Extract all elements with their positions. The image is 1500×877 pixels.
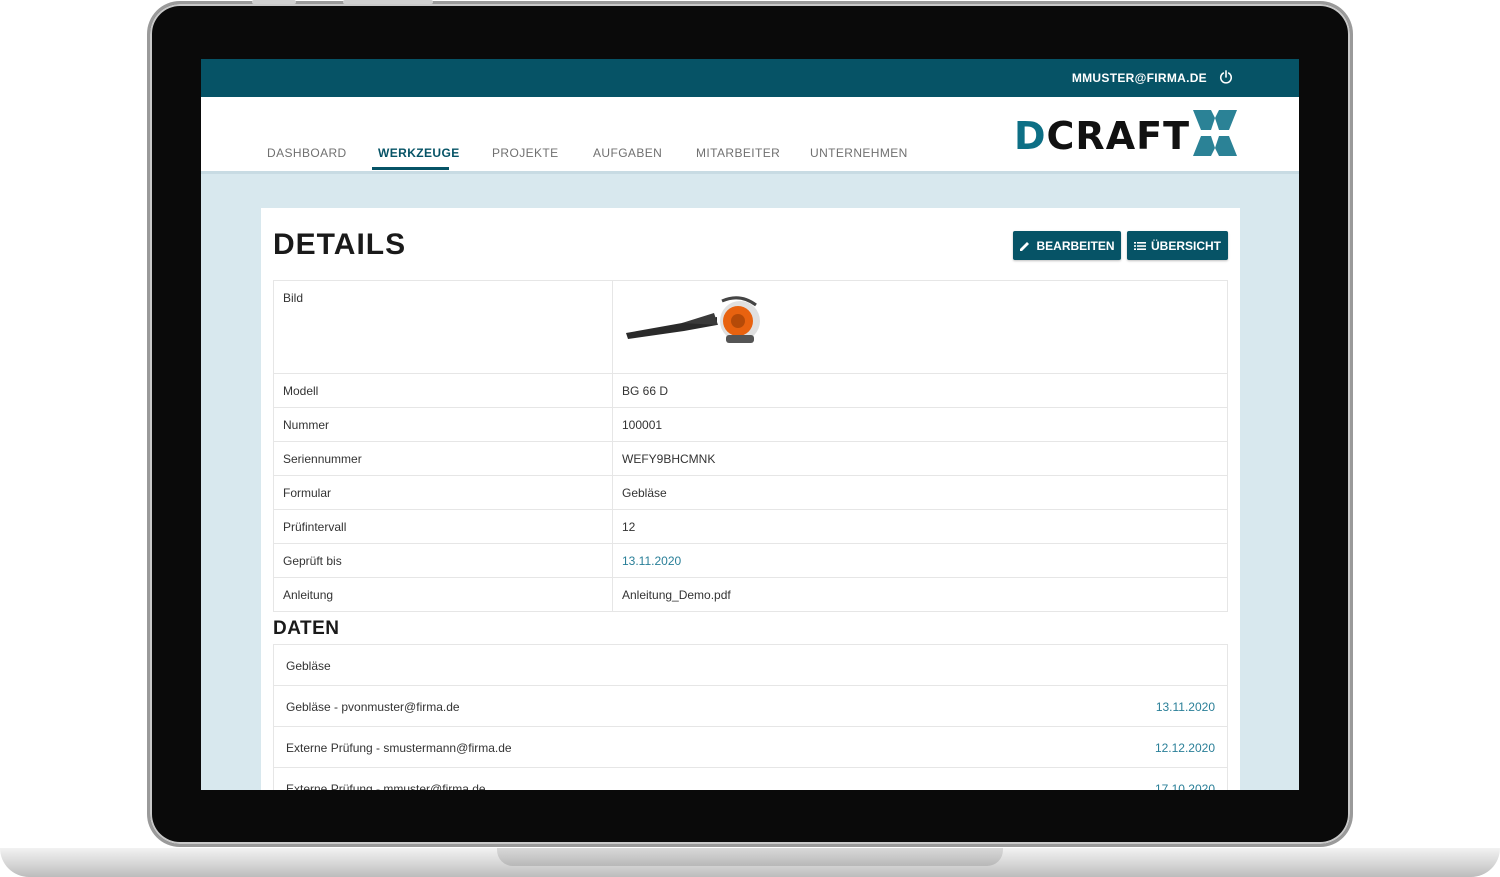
list-icon <box>1133 241 1146 250</box>
row-value: BG 66 D <box>612 373 1228 408</box>
logo-text: DCRAFT <box>1014 114 1190 158</box>
table-row: Bild <box>273 280 1228 374</box>
details-card: DETAILS BEARBEITEN ÜBERSICHT Bild Modell… <box>261 208 1240 790</box>
row-label: Seriennummer <box>273 441 613 476</box>
list-item[interactable]: Externe Prüfung - smustermann@firma.de 1… <box>274 727 1227 768</box>
power-icon[interactable] <box>1219 70 1233 84</box>
row-value: 12 <box>612 509 1228 544</box>
list-item[interactable]: Externe Prüfung - mmuster@firma.de 17.10… <box>274 768 1227 790</box>
list-item[interactable]: Gebläse - pvonmuster@firma.de 13.11.2020 <box>274 686 1227 727</box>
tool-image-cell <box>612 280 1228 374</box>
table-row: Modell BG 66 D <box>273 373 1228 408</box>
entry-text: Gebläse - pvonmuster@firma.de <box>286 700 460 714</box>
table-row: Formular Gebläse <box>273 475 1228 510</box>
row-value: WEFY9BHCMNK <box>612 441 1228 476</box>
entry-date-link[interactable]: 13.11.2020 <box>1156 700 1215 714</box>
edit-button[interactable]: BEARBEITEN <box>1013 231 1121 260</box>
pencil-icon <box>1020 241 1030 251</box>
list-item: Gebläse <box>274 645 1227 686</box>
row-label: Geprüft bis <box>273 543 613 578</box>
entry-date-link[interactable]: 12.12.2020 <box>1155 741 1215 755</box>
user-email[interactable]: MMUSTER@FIRMA.DE <box>1072 71 1207 85</box>
table-row: Nummer 100001 <box>273 407 1228 442</box>
page-title: DETAILS <box>273 228 407 261</box>
nav-item-projekte[interactable]: PROJEKTE <box>492 146 559 160</box>
checked-until-link[interactable]: 13.11.2020 <box>612 543 1228 578</box>
list-header-label: Gebläse <box>286 659 331 673</box>
daten-list: Gebläse Gebläse - pvonmuster@firma.de 13… <box>273 644 1228 790</box>
entry-text: Externe Prüfung - smustermann@firma.de <box>286 741 512 755</box>
entry-text: Externe Prüfung - mmuster@firma.de <box>286 782 486 790</box>
row-label: Bild <box>273 280 613 374</box>
section-title-daten: DATEN <box>273 618 340 639</box>
nav-item-dashboard[interactable]: DASHBOARD <box>267 146 347 160</box>
nav-item-werkzeuge[interactable]: WERKZEUGE <box>378 146 460 160</box>
entry-date-link[interactable]: 17.10.2020 <box>1155 782 1215 790</box>
main-nav: DASHBOARD WERKZEUGE PROJEKTE AUFGABEN MI… <box>201 97 1299 174</box>
overview-button-label: ÜBERSICHT <box>1150 238 1221 253</box>
laptop-base-notch <box>497 848 1003 866</box>
row-label: Formular <box>273 475 613 510</box>
nav-item-aufgaben[interactable]: AUFGABEN <box>593 146 662 160</box>
table-row: Prüfintervall 12 <box>273 509 1228 544</box>
row-value: Gebläse <box>612 475 1228 510</box>
manual-file[interactable]: Anleitung_Demo.pdf <box>612 577 1228 612</box>
nav-item-mitarbeiter[interactable]: MITARBEITER <box>696 146 780 160</box>
table-row: Anleitung Anleitung_Demo.pdf <box>273 577 1228 612</box>
top-bar: MMUSTER@FIRMA.DE <box>201 59 1299 97</box>
tool-image <box>626 296 760 343</box>
table-row: Geprüft bis 13.11.2020 <box>273 543 1228 578</box>
row-label: Nummer <box>273 407 613 442</box>
dcraft-logo[interactable]: DCRAFT <box>1014 108 1244 160</box>
row-label: Anleitung <box>273 577 613 612</box>
row-value: 100001 <box>612 407 1228 442</box>
laptop-lid-bump <box>343 0 433 4</box>
overview-button[interactable]: ÜBERSICHT <box>1127 231 1228 260</box>
table-row: Seriennummer WEFY9BHCMNK <box>273 441 1228 476</box>
row-label: Prüfintervall <box>273 509 613 544</box>
app-screen: MMUSTER@FIRMA.DE DASHBOARD WERKZEUGE PRO… <box>201 59 1299 790</box>
nav-item-unternehmen[interactable]: UNTERNEHMEN <box>810 146 908 160</box>
edit-button-label: BEARBEITEN <box>1036 238 1115 253</box>
active-tab-indicator <box>372 167 449 170</box>
details-table: Bild Modell BG 66 D Nummer 100001 Serien… <box>273 280 1228 612</box>
laptop-lid-bump <box>252 0 296 4</box>
logo-mark-icon <box>1193 110 1237 156</box>
row-label: Modell <box>273 373 613 408</box>
